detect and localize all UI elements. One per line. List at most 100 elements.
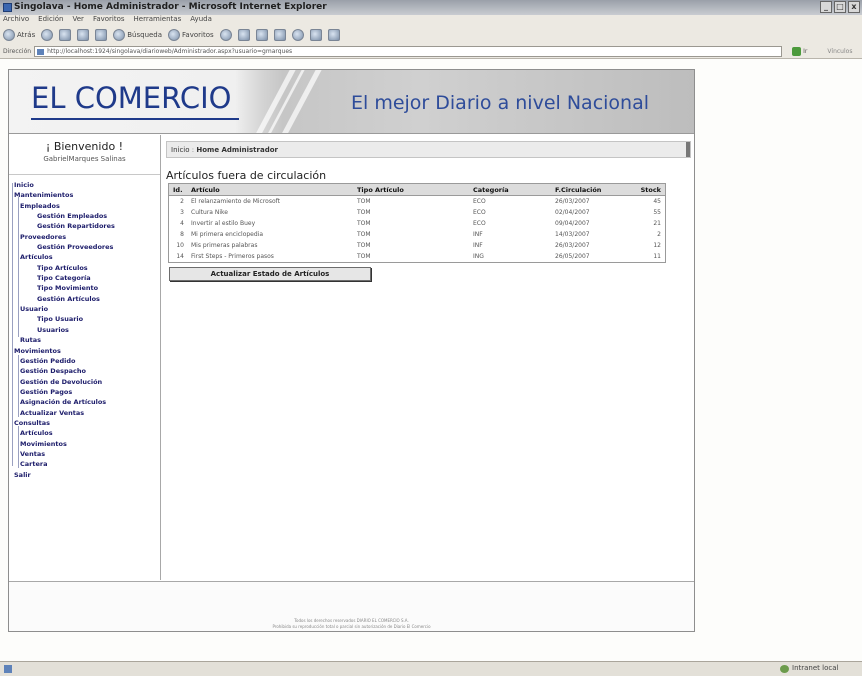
column-header-fecha[interactable]: F.Circulación — [551, 184, 625, 195]
sidebar-item-ventas[interactable]: Ventas — [9, 449, 160, 459]
status-bar: Intranet local — [0, 661, 862, 676]
column-header-id[interactable]: Id. — [169, 184, 187, 195]
menu-archivo[interactable]: Archivo — [3, 15, 29, 26]
sidebar-item-label: Salir — [14, 470, 31, 479]
back-button[interactable]: Atrás — [3, 29, 35, 41]
site-banner: EL COMERCIO El mejor Diario a nivel Naci… — [9, 70, 694, 134]
bluetooth-icon[interactable] — [327, 29, 340, 41]
menu-ayuda[interactable]: Ayuda — [190, 15, 212, 26]
sidebar-item-label: Gestión Pedido — [20, 356, 76, 365]
messenger-icon[interactable] — [291, 29, 304, 41]
close-button[interactable]: x — [848, 1, 860, 13]
menu-edicion[interactable]: Edición — [38, 15, 63, 26]
update-articles-button[interactable]: Actualizar Estado de Artículos — [169, 267, 371, 281]
sidebar-item-label: Consultas — [14, 418, 50, 427]
links-label[interactable]: Vínculos — [827, 48, 852, 55]
sidebar-item-empleados[interactable]: Empleados — [9, 201, 160, 211]
search-button[interactable]: Búsqueda — [113, 29, 162, 41]
breadcrumb-root[interactable]: Inicio — [171, 146, 190, 154]
browser-toolbar: Atrás Búsqueda Favoritos — [0, 26, 862, 44]
star-icon — [168, 29, 181, 41]
sidebar-item-consultas[interactable]: Consultas — [9, 418, 160, 428]
go-button[interactable]: Ir — [792, 46, 807, 56]
sidebar-item-label: Gestión Artículos — [37, 294, 100, 303]
footer-copyright: Todos los derechos reservados DIARIO EL … — [294, 618, 409, 623]
column-header-tipo[interactable]: Tipo Artículo — [353, 184, 469, 195]
sidebar-item-salir[interactable]: Salir — [9, 470, 160, 480]
menu-herramientas[interactable]: Herramientas — [134, 15, 182, 26]
sidebar-item-label: Empleados — [20, 201, 60, 210]
sidebar-item-tipo-movimiento[interactable]: Tipo Movimiento — [9, 283, 160, 293]
sidebar-item-gestion-de-devolucion[interactable]: Gestión de Devolución — [9, 377, 160, 387]
sidebar-item-proveedores[interactable]: Proveedores — [9, 232, 160, 242]
sidebar-item-cartera[interactable]: Cartera — [9, 459, 160, 469]
sidebar-item-gestion-pagos[interactable]: Gestión Pagos — [9, 387, 160, 397]
sidebar-item-gestion-repartidores[interactable]: Gestión Repartidores — [9, 221, 160, 231]
breadcrumb-scrollbar[interactable] — [686, 142, 690, 157]
table-row[interactable]: 4 Invertir al estilo Buey TOM ECO 09/04/2007… — [169, 218, 665, 229]
cell-fecha: 26/03/2007 — [555, 198, 590, 205]
sidebar-item-gestion-empleados[interactable]: Gestión Empleados — [9, 211, 160, 221]
search-label: Búsqueda — [127, 31, 163, 39]
sidebar-item-actualizar-ventas[interactable]: Actualizar Ventas — [9, 408, 160, 418]
table-header: Id. Artículo Tipo Artículo Categoría F.C… — [169, 184, 665, 196]
sidebar-item-movimientos[interactable]: Movimientos — [9, 346, 160, 356]
menu-favoritos[interactable]: Favoritos — [93, 15, 125, 26]
sidebar-item-label: Movimientos — [20, 439, 67, 448]
column-header-categoria[interactable]: Categoría — [469, 184, 551, 195]
forward-arrow-icon[interactable] — [41, 29, 54, 41]
stop-icon[interactable] — [59, 29, 72, 41]
sidebar-item-rutas[interactable]: Rutas — [9, 335, 160, 345]
ie-icon — [3, 3, 12, 12]
favorites-button[interactable]: Favoritos — [168, 29, 214, 41]
table-row[interactable]: 2 El relanzamiento de Microsoft TOM ECO 26/0… — [169, 196, 665, 207]
sidebar-item-inicio[interactable]: Inicio — [9, 180, 160, 190]
refresh-icon[interactable] — [77, 29, 90, 41]
home-icon[interactable] — [95, 29, 108, 41]
cell-categoria: ECO — [473, 198, 486, 205]
cell-articulo: El relanzamiento de Microsoft — [191, 198, 281, 205]
research-icon[interactable] — [309, 29, 322, 41]
sidebar-item-label: Actualizar Ventas — [20, 408, 85, 417]
maximize-button[interactable]: □ — [834, 1, 846, 13]
table-row[interactable]: 14 First Steps - Primeros pasos TOM ING 26/0… — [169, 251, 665, 262]
minimize-button[interactable]: _ — [820, 1, 832, 13]
table-row[interactable]: 3 Cultura Nike TOM ECO 02/04/2007 55 — [169, 207, 665, 218]
sidebar-item-gestion-despacho[interactable]: Gestión Despacho — [9, 366, 160, 376]
history-icon[interactable] — [219, 29, 232, 41]
sidebar-item-tipo-articulos[interactable]: Tipo Artículos — [9, 263, 160, 273]
cell-stock: 11 — [653, 253, 661, 260]
cell-articulo: Invertir al estilo Buey — [191, 220, 256, 227]
user-name: GabrielMarques Salinas — [43, 155, 126, 163]
sidebar-item-gestion-pedido[interactable]: Gestión Pedido — [9, 356, 160, 366]
sidebar-item-asignacion-de-articulos[interactable]: Asignación de Artículos — [9, 397, 160, 407]
sidebar-item-articulos[interactable]: Artículos — [9, 428, 160, 438]
sidebar-item-gestion-articulos[interactable]: Gestión Artículos — [9, 294, 160, 304]
site-logo[interactable]: EL COMERCIO — [31, 82, 231, 114]
cell-tipo: TOM — [357, 198, 371, 205]
mail-icon[interactable] — [237, 29, 250, 41]
cell-categoria: ECO — [473, 220, 486, 227]
edit-icon[interactable] — [273, 29, 286, 41]
sidebar-item-mantenimientos[interactable]: Mantenimientos — [9, 190, 160, 200]
sidebar-item-label: Gestión de Devolución — [20, 377, 103, 386]
column-header-stock[interactable]: Stock — [625, 184, 665, 195]
table-row[interactable]: 10 Mis primeras palabras TOM INF 26/03/2007 1… — [169, 240, 665, 251]
sidebar-item-articulos[interactable]: Artículos — [9, 252, 160, 262]
sidebar-item-usuarios[interactable]: Usuarios — [9, 325, 160, 335]
sidebar-item-tipo-categoria[interactable]: Tipo Categoría — [9, 273, 160, 283]
menu-ver[interactable]: Ver — [73, 15, 84, 26]
sidebar-item-gestion-proveedores[interactable]: Gestión Proveedores — [9, 242, 160, 252]
print-icon[interactable] — [255, 29, 268, 41]
cell-categoria: INF — [473, 231, 483, 238]
column-header-articulo[interactable]: Artículo — [187, 184, 353, 195]
address-input[interactable]: http://localhost:1924/singolava/diariowe… — [34, 45, 783, 57]
address-label: Dirección — [3, 47, 32, 55]
sidebar-item-movimientos[interactable]: Movimientos — [9, 439, 160, 449]
sidebar-item-usuario[interactable]: Usuario — [9, 304, 160, 314]
security-zone: Intranet local — [792, 664, 839, 672]
cell-tipo: TOM — [357, 220, 371, 227]
table-row[interactable]: 8 Mi primera enciclopedia TOM INF 14/03/2007… — [169, 229, 665, 240]
footer-notice: Prohibida su reproducción total o parcia… — [272, 624, 431, 629]
sidebar-item-tipo-usuario[interactable]: Tipo Usuario — [9, 314, 160, 324]
